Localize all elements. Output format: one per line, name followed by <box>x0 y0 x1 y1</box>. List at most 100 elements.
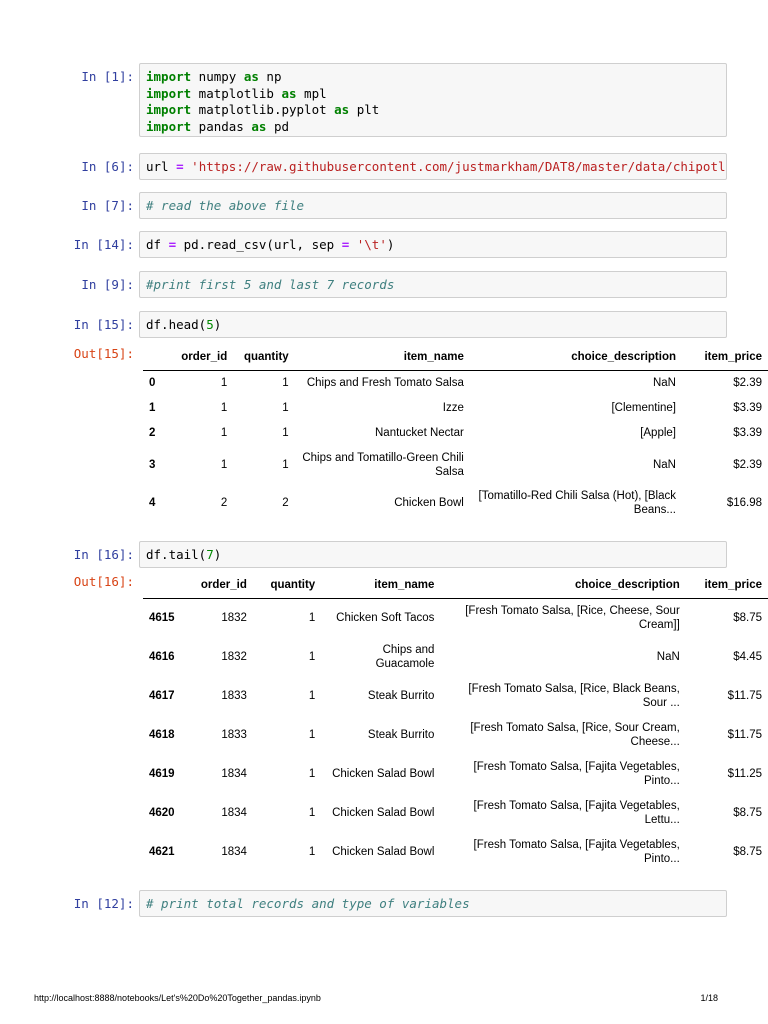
row-index: 4621 <box>149 846 175 858</box>
table-cell: $11.75 <box>727 729 762 741</box>
column-header: item_name <box>321 572 441 599</box>
row-index: 2 <box>149 427 156 439</box>
table-row: 0 1 1 Chips and Fresh Tomato Salsa NaN $2.39 <box>143 371 768 396</box>
row-index: 4616 <box>149 651 175 663</box>
code-token: pd <box>266 118 290 134</box>
table-cell: 1 <box>308 612 316 625</box>
code-text: # print total records and type of variab… <box>140 891 726 916</box>
code-input[interactable]: # read the above file <box>139 192 727 219</box>
code-token: as <box>281 85 297 101</box>
table-cell: 1 <box>282 377 289 390</box>
code-token: #print first 5 and last 7 records <box>146 277 395 292</box>
input-prompt: In [16]: <box>73 547 134 562</box>
column-header: choice_description <box>440 572 686 599</box>
column-header: quantity <box>252 572 322 599</box>
table-cell: 1 <box>308 768 316 780</box>
table-cell: $3.39 <box>733 427 762 439</box>
code-token: import <box>146 69 192 84</box>
table-cell: 2 <box>282 496 289 509</box>
table-row: 4617 1833 1 Steak Burrito [Fresh Tomato Sals… <box>143 677 768 716</box>
code-token: as <box>243 69 259 84</box>
table-row: 3 1 1 Chips and Tomatillo-Green Chili Salsa… <box>143 446 768 484</box>
code-text: df = pd.read_csv(url, sep = '\t') <box>140 232 726 257</box>
code-input[interactable]: import numpy as np import matplotlib as m… <box>139 63 727 137</box>
code-token: np <box>258 69 282 84</box>
table-cell: $4.45 <box>733 651 762 663</box>
code-token: ) <box>386 237 395 252</box>
table-cell: 1834 <box>221 846 247 858</box>
code-input[interactable]: # print total records and type of variab… <box>139 890 727 917</box>
table-cell: 1 <box>308 807 316 819</box>
table-row: 1 1 1 Izze [Clementine] $3.39 <box>143 396 768 421</box>
input-prompt: In [6]: <box>81 159 134 174</box>
code-line: import matplotlib as mpl <box>146 86 720 103</box>
table-cell: $2.39 <box>733 377 762 390</box>
column-header: choice_description <box>469 344 682 371</box>
column-header <box>143 344 176 371</box>
table-cell: 1 <box>220 377 228 390</box>
code-line: # read the above file <box>146 198 720 215</box>
table-cell: Steak Burrito <box>367 690 435 702</box>
table-cell: [Fresh Tomato Salsa, [Fajita Vegetables,… <box>473 800 680 826</box>
code-token: import <box>146 102 192 117</box>
row-index: 4619 <box>149 768 175 780</box>
row-index: 3 <box>149 458 156 471</box>
table-cell: 1 <box>220 427 228 439</box>
code-token: import <box>146 85 192 101</box>
code-text: df.head(5) <box>140 312 726 337</box>
column-header: quantity <box>233 344 295 371</box>
code-input[interactable]: url = 'https://raw.githubusercontent.com… <box>139 153 727 180</box>
table-cell: 1832 <box>221 651 247 663</box>
code-token: numpy <box>191 69 244 84</box>
output-prompt: Out[16]: <box>73 574 134 589</box>
code-line: import matplotlib.pyplot as plt <box>146 102 720 119</box>
code-input[interactable]: df.tail(7) <box>139 541 727 568</box>
row-index: 4617 <box>149 690 175 702</box>
table-cell: NaN <box>652 377 676 390</box>
table-cell: $11.25 <box>727 768 762 780</box>
code-input[interactable]: df.head(5) <box>139 311 727 338</box>
footer-url: http://localhost:8888/notebooks/Let's%20… <box>34 993 321 1003</box>
code-token: mpl <box>296 85 327 101</box>
code-text: #print first 5 and last 7 records <box>140 272 726 297</box>
code-line: df.tail(7) <box>146 547 720 564</box>
table-cell: [Fresh Tomato Salsa, [Rice, Sour Cream, … <box>470 722 680 748</box>
code-token: # print total records and type of variab… <box>146 896 470 911</box>
column-header: item_name <box>294 344 470 371</box>
table-cell: 1 <box>282 458 289 471</box>
table-cell: 1832 <box>221 612 247 625</box>
column-header: item_price <box>682 344 768 371</box>
code-token: matplotlib <box>191 85 282 101</box>
code-token: = <box>168 237 177 252</box>
code-token: 'https://raw.githubusercontent.com/justm… <box>191 159 727 174</box>
code-token: matplotlib.pyplot <box>191 102 335 117</box>
input-prompt: In [15]: <box>73 317 134 332</box>
input-prompt: In [14]: <box>73 237 134 252</box>
code-input[interactable]: #print first 5 and last 7 records <box>139 271 727 298</box>
table-cell: 1 <box>220 458 228 471</box>
table-row: 4621 1834 1 Chicken Salad Bowl [Fresh Tomato… <box>143 833 768 872</box>
table-cell: $3.39 <box>733 402 762 414</box>
table-cell: 1833 <box>221 729 247 741</box>
code-text: # read the above file <box>140 193 726 218</box>
code-token: pd.read_csv(url, sep <box>176 237 342 252</box>
table-header-row: order_id quantity item_name choice_descript… <box>143 344 768 371</box>
input-prompt: In [7]: <box>81 198 134 213</box>
table-cell: $2.39 <box>733 458 762 471</box>
input-prompt: In [12]: <box>73 896 134 911</box>
code-token: '\t' <box>356 237 387 252</box>
table-cell: $8.75 <box>733 807 762 819</box>
table-row: 4618 1833 1 Steak Burrito [Fresh Tomato Sals… <box>143 716 768 755</box>
column-header <box>143 572 194 599</box>
table-row: 4616 1832 1 Chips and Guacamole NaN $4.45 <box>143 638 768 677</box>
table-cell: $16.98 <box>726 496 762 509</box>
table-cell: 1 <box>282 427 289 439</box>
code-token: # read the above file <box>146 198 305 213</box>
row-index: 4618 <box>149 729 175 741</box>
table-cell: Chips and Fresh Tomato Salsa <box>306 377 464 390</box>
code-input[interactable]: df = pd.read_csv(url, sep = '\t') <box>139 231 727 258</box>
input-prompt: In [9]: <box>81 277 134 292</box>
table-cell: [Fresh Tomato Salsa, [Rice, Cheese, Sour… <box>465 605 680 632</box>
code-token: ) <box>213 317 222 332</box>
